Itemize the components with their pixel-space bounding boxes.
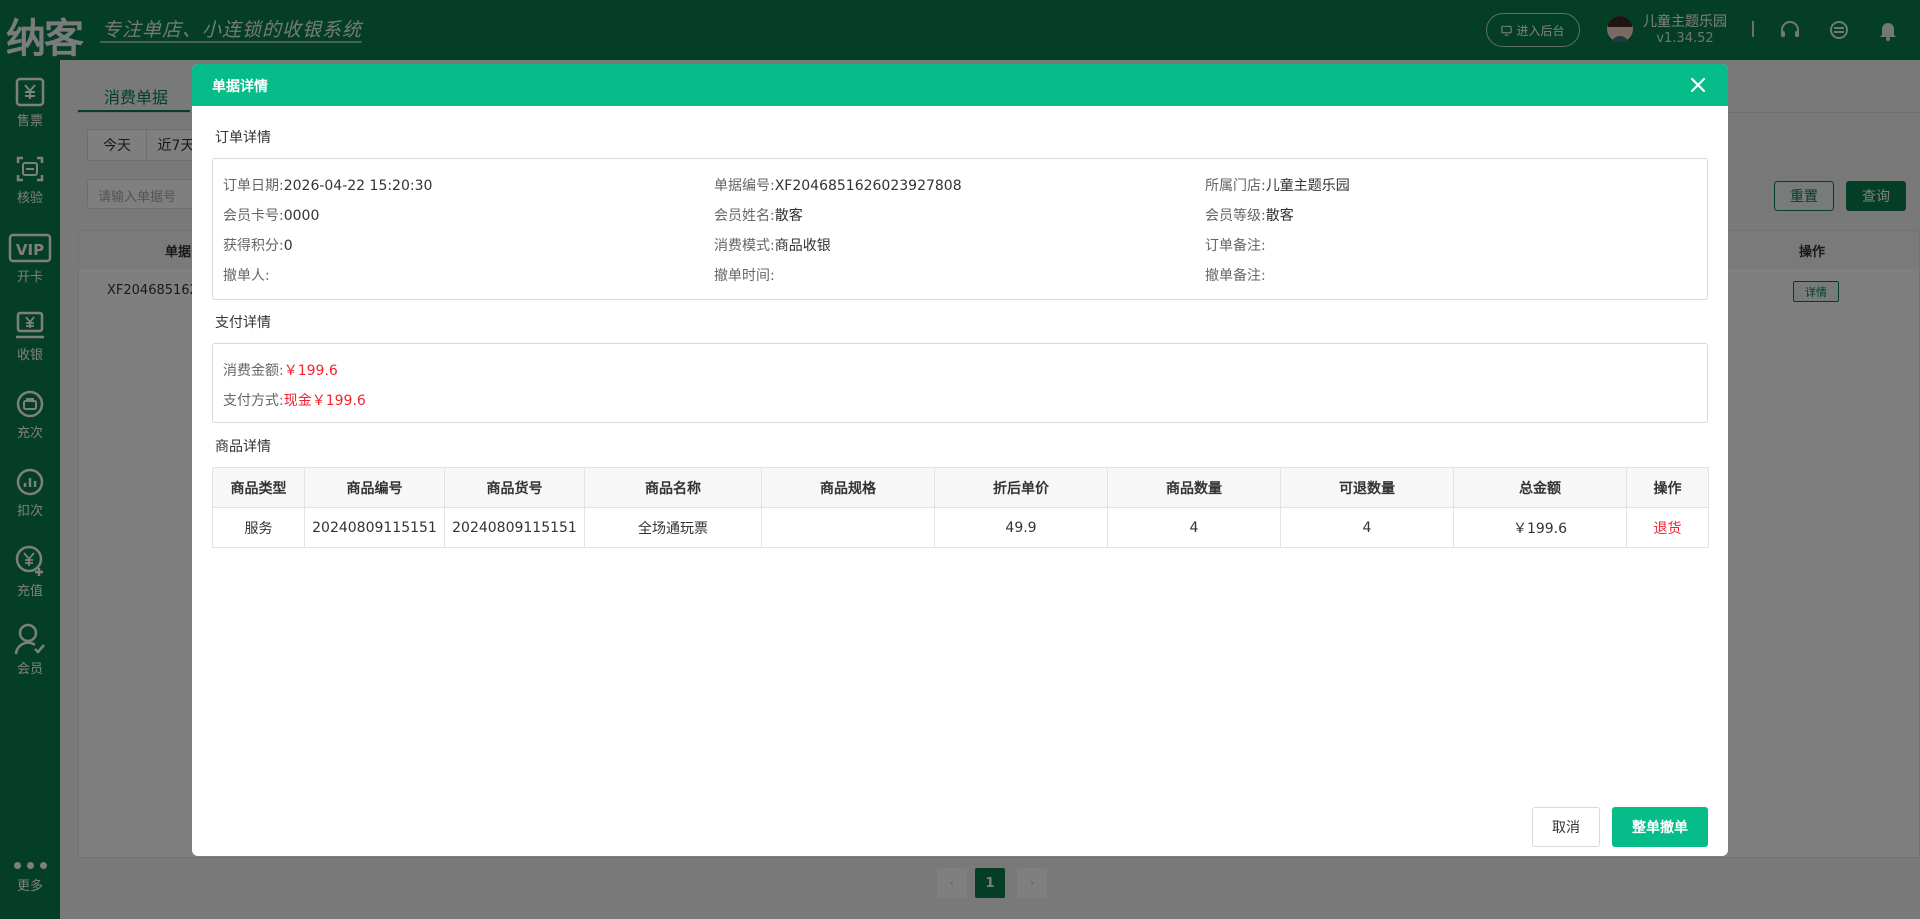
member-name-field: 会员姓名:散客 <box>714 205 803 225</box>
revoke-note-label: 撤单备注: <box>1205 268 1266 284</box>
order-info-box: 订单日期:2026-04-22 15:20:30 单据编号:XF20468516… <box>212 158 1708 300</box>
revoke-order-button[interactable]: 整单撤单 <box>1612 807 1708 847</box>
col-action: 操作 <box>1626 467 1709 508</box>
modal-title: 单据详情 <box>212 79 268 95</box>
card-no-value: 0000 <box>283 208 320 224</box>
points-label: 获得积分: <box>223 238 284 254</box>
payment-section-title: 支付详情 <box>215 315 271 331</box>
member-name-value: 散客 <box>774 208 803 224</box>
cancel-button[interactable]: 取消 <box>1532 807 1600 847</box>
col-unit-price: 折后单价 <box>934 467 1108 508</box>
cell-action: 退货 <box>1626 507 1709 548</box>
goods-section-title: 商品详情 <box>215 439 271 455</box>
card-no-label: 会员卡号: <box>223 208 284 224</box>
payment-info-box: 消费金额:￥199.6 支付方式:现金￥199.6 <box>212 343 1708 423</box>
cell-quantity: 4 <box>1107 507 1281 548</box>
member-name-label: 会员姓名: <box>714 208 775 224</box>
bill-no-label: 单据编号: <box>714 178 775 194</box>
member-level-value: 散客 <box>1265 208 1294 224</box>
col-goods-name: 商品名称 <box>584 467 762 508</box>
amount-field: 消费金额:￥199.6 <box>223 360 338 380</box>
mode-label: 消费模式: <box>714 238 775 254</box>
order-date-label: 订单日期: <box>223 178 284 194</box>
card-no-field: 会员卡号:0000 <box>223 205 319 225</box>
order-date-field: 订单日期:2026-04-22 15:20:30 <box>223 175 432 195</box>
member-level-field: 会员等级:散客 <box>1205 205 1294 225</box>
return-goods-link[interactable]: 退货 <box>1654 521 1682 537</box>
revoke-time-field: 撤单时间: <box>714 265 775 285</box>
amount-value: ￥199.6 <box>283 363 338 379</box>
cell-unit-price: 49.9 <box>934 507 1108 548</box>
pay-method-field: 支付方式:现金￥199.6 <box>223 390 366 410</box>
bill-no-field: 单据编号:XF2046851626023927808 <box>714 175 962 195</box>
cell-refundable: 4 <box>1280 507 1454 548</box>
member-level-label: 会员等级: <box>1205 208 1266 224</box>
order-note-field: 订单备注: <box>1205 235 1266 255</box>
close-icon[interactable] <box>1688 75 1708 95</box>
bill-detail-modal: 单据详情 订单详情 订单日期:2026-04-22 15:20:30 单据编号:… <box>192 64 1728 856</box>
table-row: 服务 20240809115151 20240809115151 全场通玩票 4… <box>212 507 1709 548</box>
pay-method-value: 现金￥199.6 <box>283 393 366 409</box>
order-section-title: 订单详情 <box>215 130 271 146</box>
points-field: 获得积分:0 <box>223 235 293 255</box>
mode-value: 商品收银 <box>774 238 831 254</box>
cell-goods-name: 全场通玩票 <box>584 507 762 548</box>
modal-header: 单据详情 <box>192 64 1728 106</box>
store-field: 所属门店:儿童主题乐园 <box>1205 175 1350 195</box>
revoke-note-field: 撤单备注: <box>1205 265 1266 285</box>
store-value: 儿童主题乐园 <box>1265 178 1350 194</box>
amount-label: 消费金额: <box>223 363 284 379</box>
store-label: 所属门店: <box>1205 178 1266 194</box>
col-total: 总金额 <box>1453 467 1627 508</box>
bill-no-value: XF2046851626023927808 <box>774 178 962 194</box>
cell-goods-code: 20240809115151 <box>304 507 445 548</box>
cell-goods-spec <box>761 507 935 548</box>
revoke-time-label: 撤单时间: <box>714 268 775 284</box>
pay-method-label: 支付方式: <box>223 393 284 409</box>
col-goods-type: 商品类型 <box>212 467 305 508</box>
col-quantity: 商品数量 <box>1107 467 1281 508</box>
goods-table-header: 商品类型 商品编号 商品货号 商品名称 商品规格 折后单价 商品数量 可退数量 … <box>212 467 1709 508</box>
col-goods-code: 商品编号 <box>304 467 445 508</box>
revoker-field: 撤单人: <box>223 265 270 285</box>
col-goods-sku: 商品货号 <box>444 467 585 508</box>
order-note-label: 订单备注: <box>1205 238 1266 254</box>
order-date-value: 2026-04-22 15:20:30 <box>283 178 433 194</box>
col-refundable: 可退数量 <box>1280 467 1454 508</box>
goods-table: 商品类型 商品编号 商品货号 商品名称 商品规格 折后单价 商品数量 可退数量 … <box>212 467 1709 548</box>
points-value: 0 <box>283 238 293 254</box>
col-goods-spec: 商品规格 <box>761 467 935 508</box>
mode-field: 消费模式:商品收银 <box>714 235 831 255</box>
cell-goods-sku: 20240809115151 <box>444 507 585 548</box>
cell-total: ￥199.6 <box>1453 507 1627 548</box>
cell-goods-type: 服务 <box>212 507 305 548</box>
revoker-label: 撤单人: <box>223 268 270 284</box>
